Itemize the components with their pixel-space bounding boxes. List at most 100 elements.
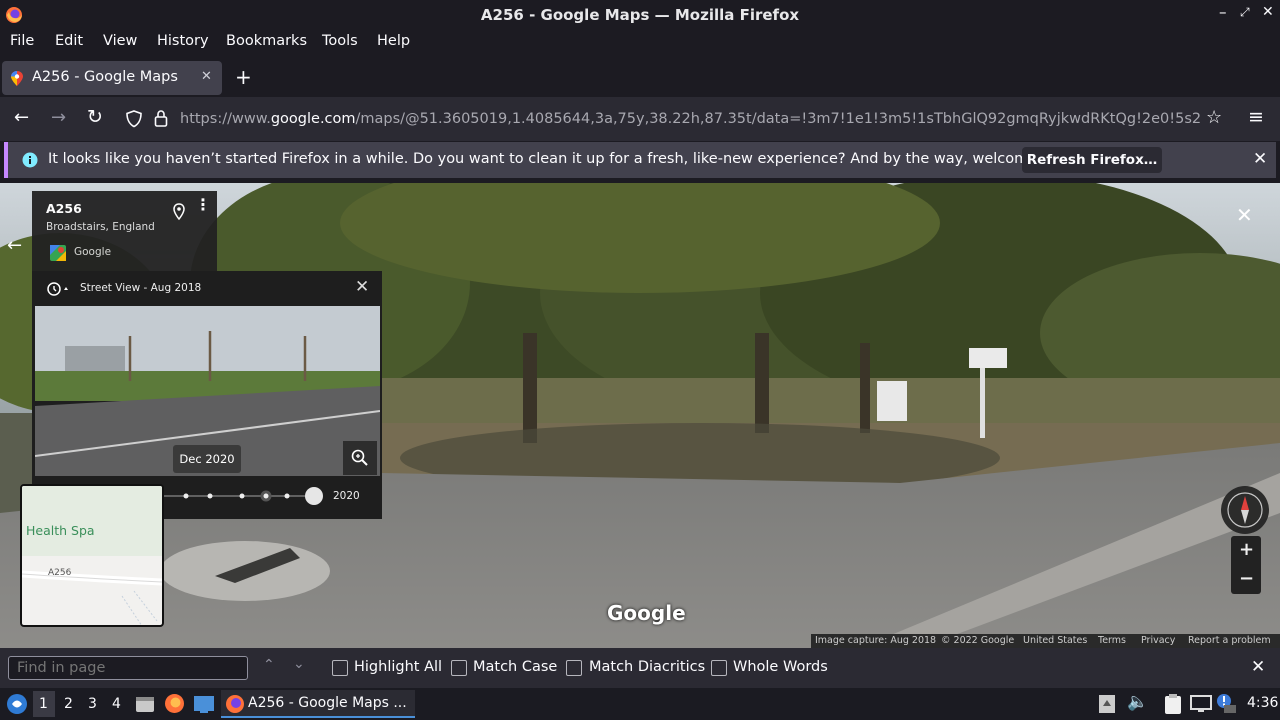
place-subtitle: Broadstairs, England (46, 221, 155, 233)
google-maps-logo-icon (50, 245, 66, 261)
google-maps-favicon (11, 71, 23, 86)
desktop-icon[interactable] (193, 694, 215, 714)
zoom-magnifier-icon (351, 449, 368, 466)
find-previous-icon[interactable]: ⌃ (263, 657, 275, 673)
maximize-icon[interactable]: ⤢ (1240, 5, 1250, 20)
firefox-window-icon (226, 695, 244, 713)
workspace-1[interactable]: 1 (39, 696, 48, 712)
match-case-label[interactable]: Match Case (473, 659, 557, 675)
menu-edit[interactable]: Edit (55, 33, 83, 49)
workspace-2[interactable]: 2 (64, 696, 73, 712)
find-next-icon[interactable]: ⌄ (293, 656, 305, 672)
minimap-place-label: Health Spa (26, 523, 95, 538)
image-capture-date: Image capture: Aug 2018 (815, 635, 937, 646)
start-menu-icon[interactable] (6, 693, 28, 715)
url-prefix: https://www. (180, 111, 271, 127)
menu-file[interactable]: File (10, 33, 34, 49)
highlight-all-label[interactable]: Highlight All (354, 659, 442, 675)
taskbar: 1 2 3 4 A256 - Google Maps ... 🔈 4:36 (0, 688, 1280, 720)
zoom-preview-button[interactable] (343, 441, 377, 475)
lock-icon[interactable] (154, 109, 168, 127)
copyright: © 2022 Google (941, 635, 1015, 646)
history-clock-icon[interactable] (46, 281, 68, 297)
navigation-bar: ← → ↻ https://www.google.com/maps/@51.36… (0, 97, 1280, 141)
more-options-icon[interactable]: ⋮ (195, 197, 211, 213)
report-problem-link[interactable]: Report a problem (1188, 635, 1271, 646)
volume-icon[interactable]: 🔈 (1127, 692, 1148, 712)
url-text: https://www.google.com/maps/@51.3605019,… (180, 111, 1200, 127)
tab-title: A256 - Google Maps (32, 69, 178, 85)
clipboard-icon[interactable] (1163, 693, 1183, 715)
whole-words-label[interactable]: Whole Words (733, 659, 828, 675)
app-menu-icon[interactable]: ≡ (1248, 106, 1264, 128)
forward-icon[interactable]: → (51, 107, 66, 128)
taskbar-window-title: A256 - Google Maps ... (248, 695, 407, 711)
timeline-end-year: 2020 (333, 490, 360, 502)
window-close-icon[interactable]: ✕ (1262, 4, 1274, 20)
compass[interactable] (1221, 486, 1269, 534)
url-bar[interactable]: https://www.google.com/maps/@51.3605019,… (116, 102, 1236, 136)
minimap[interactable]: Health Spa A256 (20, 484, 164, 627)
window-title: A256 - Google Maps — Mozilla Firefox (480, 6, 800, 24)
find-input[interactable] (8, 656, 248, 680)
timeline-slider-thumb[interactable] (305, 487, 323, 505)
updates-icon[interactable] (1098, 694, 1116, 714)
tab-close-icon[interactable]: ✕ (201, 69, 212, 84)
street-view-viewer[interactable]: ✕ ← A256 Broadstairs, England Google ⋮ S… (0, 183, 1280, 648)
google-watermark: Google (607, 601, 686, 625)
timeline-panel: Street View - Aug 2018 ✕ Dec 2020 2009 2… (32, 271, 382, 519)
viewer-footer: Image capture: Aug 2018 © 2022 Google Un… (811, 634, 1280, 648)
menu-history[interactable]: History (157, 33, 209, 49)
back-icon[interactable]: ← (14, 107, 29, 128)
menu-tools[interactable]: Tools (322, 33, 358, 49)
timeline-close-icon[interactable]: ✕ (355, 277, 369, 297)
notification-bar: It looks like you haven’t started Firefo… (4, 142, 1276, 178)
whole-words-checkbox[interactable] (711, 660, 727, 676)
region-link[interactable]: United States (1023, 635, 1087, 646)
menu-bookmarks[interactable]: Bookmarks (226, 33, 307, 49)
find-bar: ⌃ ⌄ Highlight All Match Case Match Diacr… (0, 648, 1280, 688)
close-viewer-icon[interactable]: ✕ (1236, 203, 1253, 227)
taskbar-window-firefox[interactable]: A256 - Google Maps ... (221, 690, 415, 718)
zoom-in-icon[interactable]: + (1239, 539, 1254, 560)
find-close-icon[interactable]: ✕ (1251, 657, 1265, 677)
tab-active[interactable]: A256 - Google Maps ✕ (2, 61, 222, 95)
minimize-icon[interactable]: – (1219, 3, 1227, 21)
reload-icon[interactable]: ↻ (87, 106, 103, 128)
match-diacritics-label[interactable]: Match Diacritics (589, 659, 705, 675)
match-diacritics-checkbox[interactable] (566, 660, 582, 676)
place-card: A256 Broadstairs, England Google ⋮ (32, 191, 217, 271)
tracking-shield-icon[interactable] (126, 110, 142, 128)
minimap-roads (22, 486, 162, 625)
file-manager-icon[interactable] (135, 694, 155, 714)
minimap-road-label: A256 (48, 568, 72, 578)
refresh-firefox-button[interactable]: Refresh Firefox… (1022, 147, 1162, 173)
preview-date-badge: Dec 2020 (173, 445, 241, 473)
menu-bar: File Edit View History Bookmarks Tools H… (0, 30, 1280, 56)
workspace-3[interactable]: 3 (88, 696, 97, 712)
clock: 4:36 (1247, 695, 1279, 711)
new-tab-icon[interactable]: + (235, 65, 252, 89)
place-source: Google (74, 246, 112, 258)
terms-link[interactable]: Terms (1098, 635, 1126, 646)
match-case-checkbox[interactable] (451, 660, 467, 676)
notification-message: It looks like you haven’t started Firefo… (48, 151, 1083, 167)
zoom-controls: + − (1231, 536, 1261, 594)
menu-help[interactable]: Help (377, 33, 410, 49)
compass-icon (1227, 492, 1263, 528)
url-domain: google.com (270, 111, 356, 127)
bookmark-star-icon[interactable]: ☆ (1206, 107, 1222, 128)
highlight-all-checkbox[interactable] (332, 660, 348, 676)
privacy-link[interactable]: Privacy (1141, 635, 1175, 646)
workspace-4[interactable]: 4 (112, 696, 121, 712)
zoom-out-icon[interactable]: − (1239, 568, 1254, 589)
display-icon[interactable] (1190, 695, 1212, 713)
firefox-launcher-icon[interactable] (164, 693, 185, 714)
notification-tray-icon[interactable] (1215, 692, 1237, 714)
notification-close-icon[interactable]: ✕ (1253, 149, 1267, 169)
window-titlebar: A256 - Google Maps — Mozilla Firefox – ⤢… (0, 0, 1280, 30)
back-arrow-icon[interactable]: ← (7, 235, 22, 256)
menu-view[interactable]: View (103, 33, 137, 49)
location-pin-icon[interactable] (173, 203, 185, 221)
url-path: /maps/@51.3605019,1.4085644,3a,75y,38.22… (355, 111, 1200, 127)
